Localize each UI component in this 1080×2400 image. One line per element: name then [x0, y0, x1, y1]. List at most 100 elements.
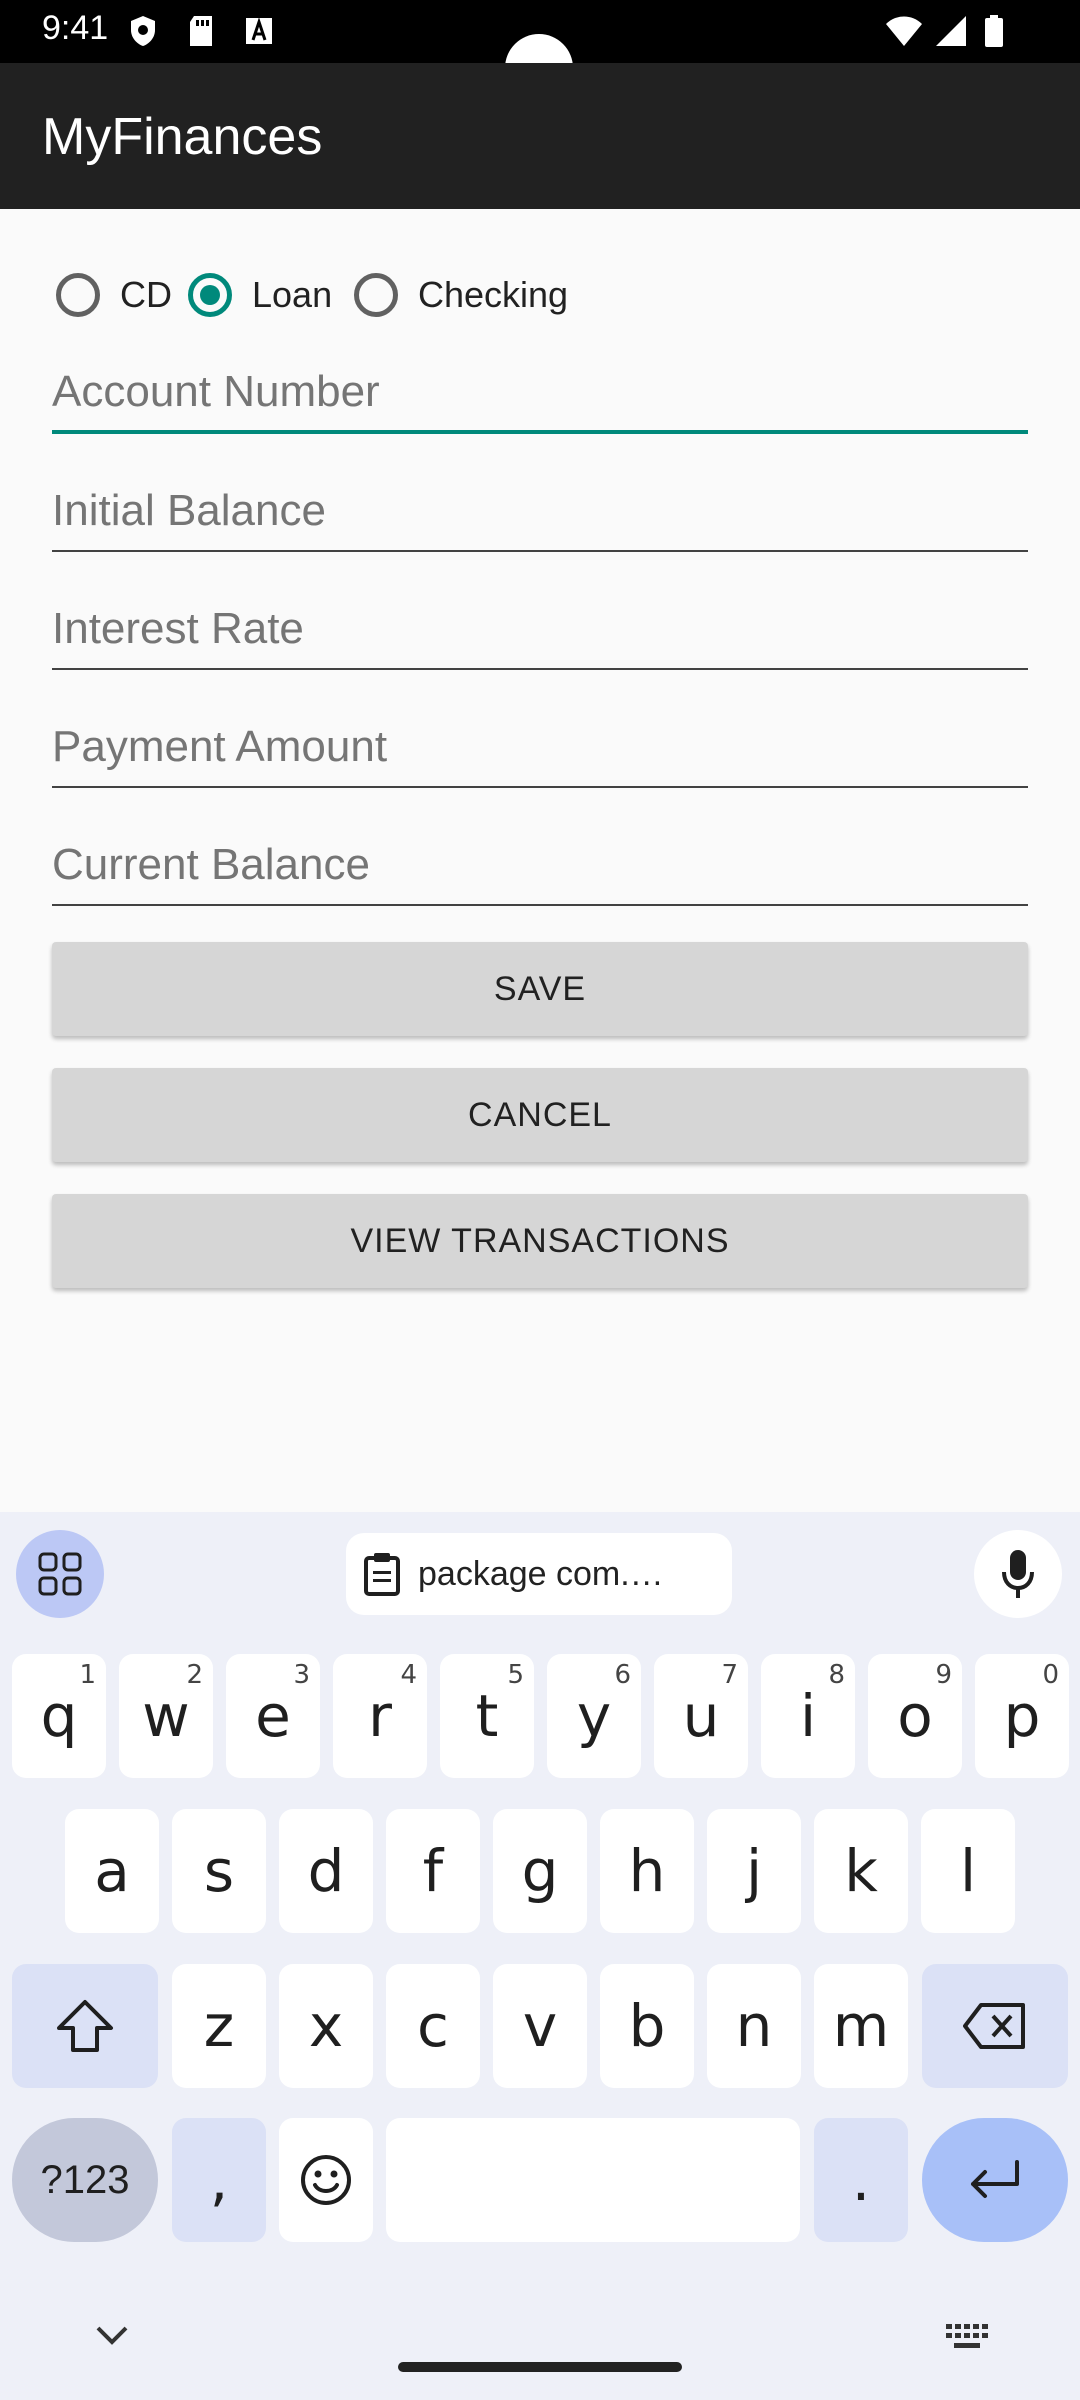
- battery-icon: [985, 15, 1003, 47]
- key-x[interactable]: x: [279, 1964, 373, 2088]
- status-bar: 9:41: [0, 0, 1080, 102]
- payment-amount-input[interactable]: [52, 698, 1028, 788]
- key-e[interactable]: e3: [226, 1654, 320, 1778]
- keyboard-a-icon: [246, 17, 272, 44]
- space-key[interactable]: [386, 2118, 800, 2242]
- key-y-label: y: [576, 1682, 612, 1750]
- key-u-hint: 7: [721, 1660, 738, 1690]
- radio-cd-label: CD: [120, 274, 172, 315]
- key-r-label: r: [368, 1682, 392, 1750]
- key-d[interactable]: d: [279, 1809, 373, 1933]
- key-m[interactable]: m: [814, 1964, 908, 2088]
- key-q-label: q: [40, 1682, 78, 1750]
- key-w-hint: 2: [186, 1660, 203, 1690]
- app-title: MyFinances: [42, 108, 323, 166]
- key-q-hint: 1: [79, 1660, 96, 1690]
- signal-icon: [936, 16, 966, 46]
- key-u-label: u: [682, 1682, 720, 1750]
- shift-key[interactable]: [12, 1964, 158, 2088]
- clipboard-icon: [364, 1553, 400, 1596]
- key-a[interactable]: a: [65, 1809, 159, 1933]
- period-key[interactable]: .: [814, 2118, 908, 2242]
- key-o[interactable]: o9: [868, 1654, 962, 1778]
- key-w-label: w: [142, 1682, 190, 1750]
- key-e-label: e: [255, 1682, 291, 1750]
- apps-grid-button[interactable]: [16, 1530, 104, 1618]
- key-c[interactable]: c: [386, 1964, 480, 2088]
- clipboard-suggestion-chip[interactable]: package com.…: [346, 1533, 732, 1615]
- key-s[interactable]: s: [172, 1809, 266, 1933]
- radio-loan-label: Loan: [252, 274, 333, 315]
- key-h[interactable]: h: [600, 1809, 694, 1933]
- cancel-button[interactable]: CANCEL: [52, 1068, 1028, 1162]
- backspace-icon: [963, 2003, 1025, 2049]
- key-q[interactable]: q1: [12, 1654, 106, 1778]
- interest-rate-input[interactable]: [52, 580, 1028, 670]
- radio-checking-label: Checking: [418, 274, 569, 315]
- apps-grid-icon: [38, 1552, 82, 1596]
- home-gesture-bar[interactable]: [398, 2362, 682, 2372]
- soft-keyboard: [0, 1512, 1080, 2400]
- key-i-hint: 8: [828, 1660, 845, 1690]
- shift-icon: [57, 2000, 113, 2052]
- radio-cd-indicator: [56, 273, 100, 317]
- key-k[interactable]: k: [814, 1809, 908, 1933]
- key-r-hint: 4: [400, 1660, 417, 1690]
- key-t-hint: 5: [507, 1660, 524, 1690]
- shield-icon: [131, 16, 155, 46]
- radio-checking[interactable]: Checking: [354, 264, 568, 326]
- radio-checking-indicator: [354, 273, 398, 317]
- voice-input-button[interactable]: [974, 1530, 1062, 1618]
- payment-amount-field: [52, 698, 1028, 798]
- key-y-hint: 6: [614, 1660, 631, 1690]
- enter-key[interactable]: [922, 2118, 1068, 2242]
- key-i[interactable]: i8: [761, 1654, 855, 1778]
- key-f[interactable]: f: [386, 1809, 480, 1933]
- initial-balance-field: [52, 462, 1028, 562]
- key-g[interactable]: g: [493, 1809, 587, 1933]
- key-i-label: i: [799, 1682, 817, 1750]
- enter-icon: [971, 2160, 1019, 2198]
- key-z[interactable]: z: [172, 1964, 266, 2088]
- key-o-hint: 9: [935, 1660, 952, 1690]
- symbols-key[interactable]: ?123: [12, 2118, 158, 2242]
- account-number-field: [52, 344, 1028, 444]
- key-p-hint: 0: [1042, 1660, 1059, 1690]
- radio-loan-indicator: [188, 273, 232, 317]
- key-j[interactable]: j: [707, 1809, 801, 1933]
- key-t[interactable]: t5: [440, 1654, 534, 1778]
- comma-key[interactable]: ,: [172, 2118, 266, 2242]
- emoji-key[interactable]: [279, 2118, 373, 2242]
- key-u[interactable]: u7: [654, 1654, 748, 1778]
- backspace-key[interactable]: [922, 1964, 1068, 2088]
- account-number-input[interactable]: [52, 344, 1028, 434]
- interest-rate-field: [52, 580, 1028, 680]
- key-r[interactable]: r4: [333, 1654, 427, 1778]
- key-p-label: p: [1003, 1682, 1041, 1750]
- key-e-hint: 3: [293, 1660, 310, 1690]
- sd-card-icon: [190, 16, 212, 46]
- app-bar: MyFinances: [0, 63, 1080, 209]
- view-transactions-button[interactable]: VIEW TRANSACTIONS: [52, 1194, 1028, 1288]
- radio-cd[interactable]: CD: [56, 264, 172, 326]
- save-button[interactable]: SAVE: [52, 942, 1028, 1036]
- emoji-icon: [301, 2155, 351, 2205]
- radio-loan[interactable]: Loan: [188, 264, 332, 326]
- key-o-label: o: [897, 1682, 933, 1750]
- key-v[interactable]: v: [493, 1964, 587, 2088]
- current-balance-field: [52, 816, 1028, 916]
- key-b[interactable]: b: [600, 1964, 694, 2088]
- key-p[interactable]: p0: [975, 1654, 1069, 1778]
- key-t-label: t: [475, 1682, 499, 1750]
- initial-balance-input[interactable]: [52, 462, 1028, 552]
- microphone-icon: [1002, 1550, 1034, 1598]
- status-time: 9:41: [42, 9, 109, 47]
- key-y[interactable]: y6: [547, 1654, 641, 1778]
- current-balance-input[interactable]: [52, 816, 1028, 906]
- key-w[interactable]: w2: [119, 1654, 213, 1778]
- key-n[interactable]: n: [707, 1964, 801, 2088]
- hide-keyboard-chevron-icon[interactable]: [94, 2324, 130, 2346]
- wifi-icon: [886, 16, 922, 46]
- key-l[interactable]: l: [921, 1809, 1015, 1933]
- keyboard-switch-icon[interactable]: [946, 2324, 990, 2350]
